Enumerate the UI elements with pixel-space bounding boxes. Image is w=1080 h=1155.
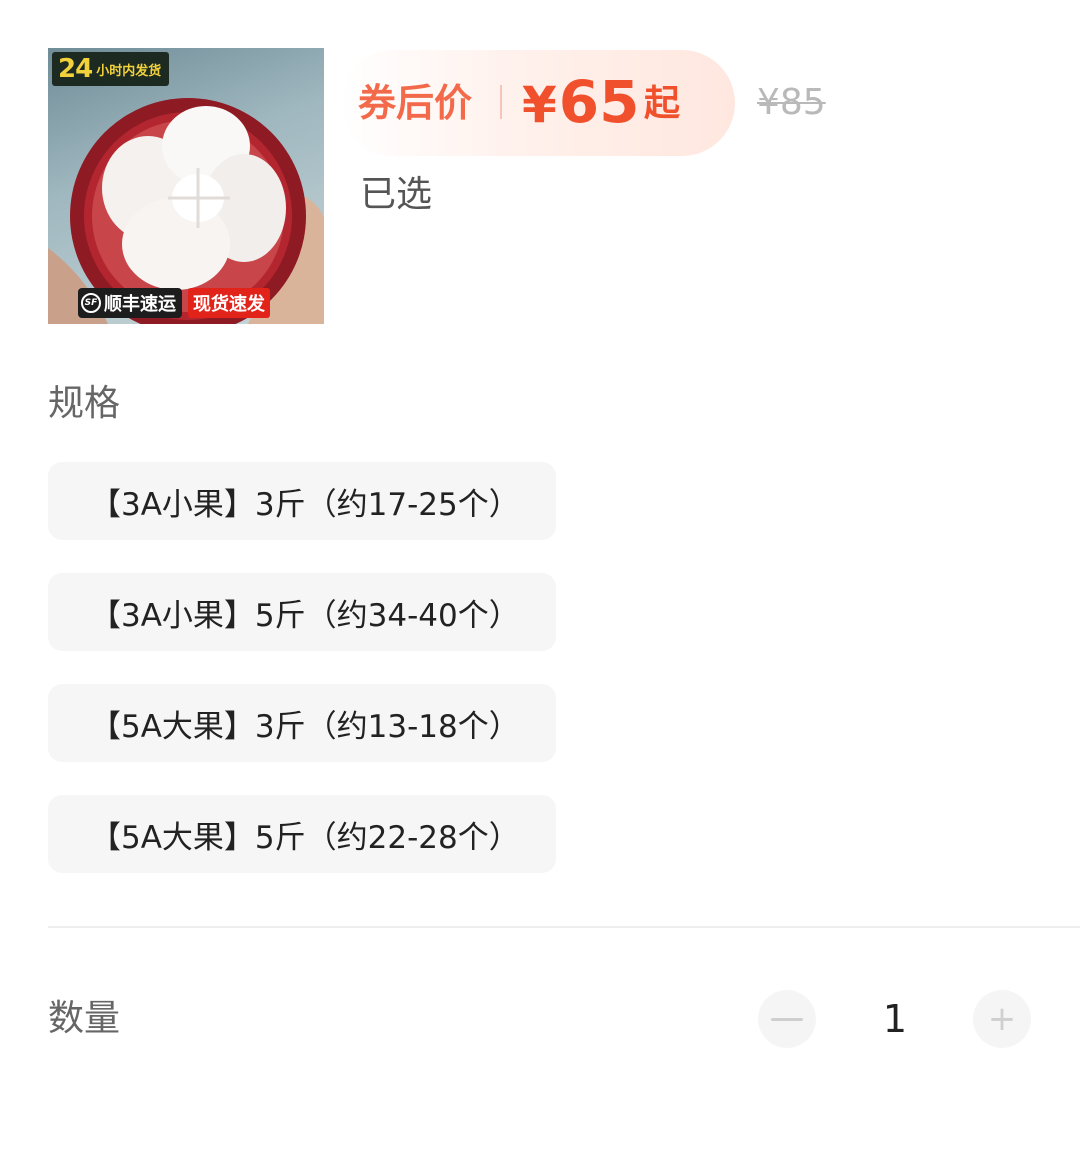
minus-icon — [771, 1017, 803, 1021]
spec-option[interactable]: 【5A大果】3斤（约13-18个） — [48, 684, 556, 762]
quantity-increase-button[interactable]: + — [973, 990, 1031, 1048]
spec-title: 规格 — [48, 383, 121, 424]
spec-option[interactable]: 【3A小果】5斤（约34-40个） — [48, 573, 556, 651]
selected-label: 已选 — [360, 174, 433, 215]
price-suffix: 起 — [644, 83, 681, 124]
spec-option[interactable]: 【3A小果】3斤（约17-25个） — [48, 462, 556, 540]
sf-express-badge: SF 顺丰速运 — [78, 288, 182, 318]
delivery-badge: 24 小时内发货 — [52, 52, 170, 86]
product-image[interactable]: 24 小时内发货 SF 顺丰速运 现货速发 — [48, 48, 324, 324]
spec-options: 【3A小果】3斤（约17-25个） 【3A小果】5斤（约34-40个） 【5A大… — [48, 462, 556, 906]
spec-option[interactable]: 【5A大果】5斤（约22-28个） — [48, 795, 556, 873]
shipping-badges: SF 顺丰速运 现货速发 — [78, 288, 270, 318]
delivery-text: 小时内发货 — [96, 63, 162, 79]
original-price: ¥85 — [757, 82, 826, 123]
quantity-value[interactable]: 1 — [860, 996, 930, 1042]
price-amount: 65 — [558, 68, 640, 136]
quantity-decrease-button[interactable] — [758, 990, 816, 1048]
in-stock-badge: 现货速发 — [188, 288, 270, 318]
sf-express-text: 顺丰速运 — [104, 294, 176, 315]
delivery-hours: 24 — [58, 54, 93, 84]
sf-logo-icon: SF — [81, 293, 101, 313]
coupon-price: ¥65 — [522, 70, 640, 134]
price-divider — [500, 85, 502, 119]
coupon-price-label: 券后价 — [358, 81, 473, 125]
currency-symbol: ¥ — [522, 76, 557, 134]
mangosteen-illustration — [48, 98, 324, 324]
plus-icon: + — [987, 999, 1017, 1039]
section-divider — [48, 926, 1080, 928]
quantity-title: 数量 — [48, 998, 121, 1039]
